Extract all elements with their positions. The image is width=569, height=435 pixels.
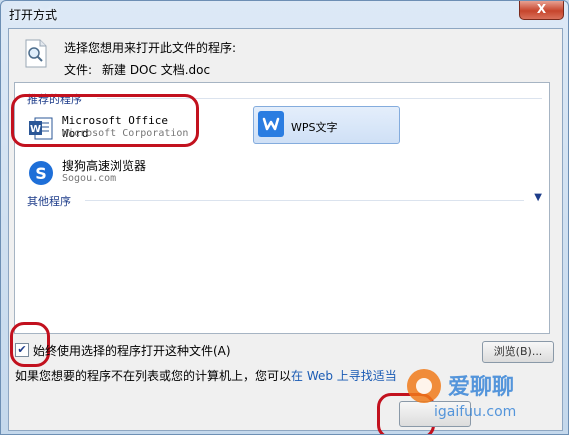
open-with-dialog: 打开方式 X 选择您想用来打开此文件的程序: 文件: 新建 DOC 文档.doc…	[0, 0, 569, 435]
file-name: 新建 DOC 文档.doc	[102, 63, 211, 77]
wps-icon	[257, 109, 285, 137]
other-heading-label: 其他程序	[27, 195, 71, 208]
program-item-wps[interactable]: WPS文字	[253, 106, 400, 144]
svg-text:S: S	[35, 164, 47, 183]
close-button[interactable]: X	[519, 1, 564, 20]
recommended-programs-heading: 推荐的程序	[27, 91, 542, 106]
close-icon: X	[536, 2, 547, 16]
window-title: 打开方式	[9, 8, 58, 22]
heading-divider	[85, 200, 524, 201]
sogou-icon: S	[27, 159, 55, 187]
dialog-body: 选择您想用来打开此文件的程序: 文件: 新建 DOC 文档.doc 推荐的程序 …	[8, 28, 563, 434]
always-use-checkbox[interactable]: ✔	[15, 343, 29, 357]
program-name: 搜狗高速浏览器	[62, 159, 147, 173]
svg-text:W: W	[30, 124, 41, 135]
program-name: WPS文字	[291, 121, 338, 134]
footer-description: 如果您想要的程序不在列表或您的计算机上，您可以	[15, 369, 292, 383]
file-label: 文件:	[64, 63, 93, 77]
prompt-text: 选择您想用来打开此文件的程序:	[64, 41, 237, 55]
chevron-down-icon[interactable]: ▼	[534, 192, 542, 203]
word-icon: W	[27, 114, 55, 142]
ok-button[interactable]	[399, 401, 471, 427]
file-search-icon	[23, 39, 49, 69]
footer-text: 如果您想要的程序不在列表或您的计算机上，您可以在 Web 上寻找适当	[15, 367, 397, 384]
always-use-label: 始终使用选择的程序打开这种文件(A)	[33, 344, 231, 358]
program-list[interactable]: 推荐的程序 W Microsoft Office Word Microsoft …	[14, 82, 550, 334]
title-bar[interactable]: 打开方式 X	[1, 1, 568, 27]
program-item-word[interactable]: W Microsoft Office Word Microsoft Corpor…	[24, 112, 194, 146]
program-item-sogou[interactable]: S 搜狗高速浏览器 Sogou.com	[24, 157, 194, 191]
browse-button[interactable]: 浏览(B)...	[482, 341, 554, 363]
other-programs-heading[interactable]: 其他程序 ▼	[27, 192, 542, 208]
program-maker: Sogou.com	[62, 173, 117, 184]
web-search-link[interactable]: 在 Web 上寻找适当	[291, 369, 397, 383]
program-maker: Microsoft Corporation	[62, 128, 189, 139]
heading-divider	[97, 98, 542, 99]
recommended-heading-label: 推荐的程序	[27, 93, 82, 106]
